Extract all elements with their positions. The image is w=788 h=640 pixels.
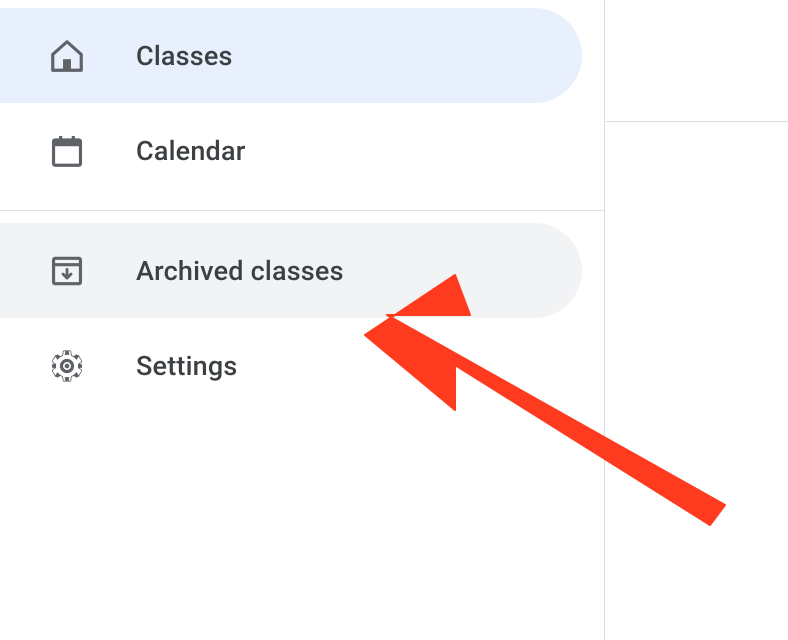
content-topbar xyxy=(606,0,788,122)
sidebar-item-label: Classes xyxy=(136,40,233,72)
sidebar-item-settings[interactable]: Settings xyxy=(0,318,582,413)
archive-icon xyxy=(48,252,86,290)
calendar-icon xyxy=(48,132,86,170)
sidebar-item-label: Calendar xyxy=(136,135,245,167)
sidebar-item-label: Settings xyxy=(136,350,238,382)
nav-section-main: Classes Calendar xyxy=(0,8,604,210)
content-area xyxy=(606,0,788,640)
sidebar-item-archived-classes[interactable]: Archived classes xyxy=(0,223,582,318)
gear-icon xyxy=(48,347,86,385)
sidebar-item-classes[interactable]: Classes xyxy=(0,8,582,103)
nav-section-secondary: Archived classes Settings xyxy=(0,211,604,425)
sidebar-item-label: Archived classes xyxy=(136,255,344,287)
sidebar: Classes Calendar xyxy=(0,0,605,640)
home-icon xyxy=(48,37,86,75)
sidebar-item-calendar[interactable]: Calendar xyxy=(0,103,582,198)
